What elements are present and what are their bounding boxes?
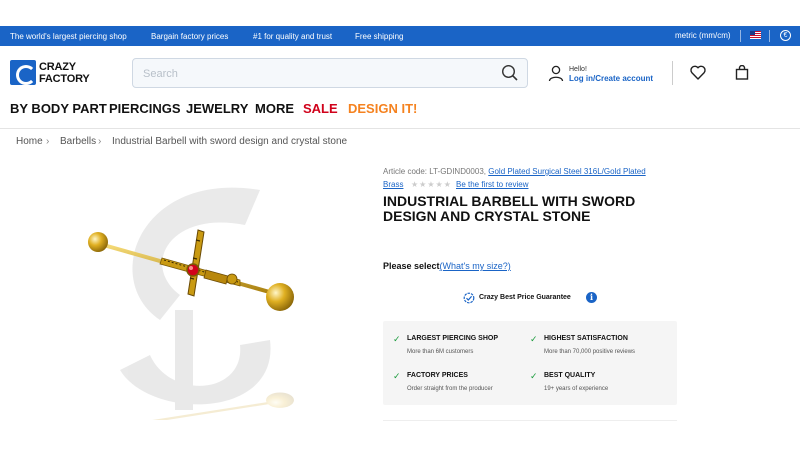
search-input[interactable] bbox=[143, 65, 483, 83]
benefit-subtitle: More than 6M customers bbox=[407, 349, 474, 355]
divider bbox=[740, 30, 741, 42]
wishlist-heart-icon[interactable] bbox=[690, 65, 706, 85]
article-info: Article code: LT-GDIND0003, Gold Plated … bbox=[383, 167, 646, 176]
currency-selector[interactable]: € bbox=[780, 30, 791, 41]
usp-largest-shop: The world's largest piercing shop bbox=[10, 32, 127, 41]
breadcrumb-barbells[interactable]: Barbells bbox=[60, 136, 96, 147]
benefit-subtitle: More than 70,000 positive reviews bbox=[544, 349, 636, 355]
chevron-right-icon: › bbox=[46, 136, 50, 147]
usp-quality-trust: #1 for quality and trust bbox=[253, 32, 333, 41]
divider bbox=[769, 30, 770, 42]
price-guarantee-icon bbox=[463, 292, 475, 306]
nav-divider bbox=[0, 128, 800, 129]
chevron-right-icon: › bbox=[98, 136, 102, 147]
material-link-brass[interactable]: Brass bbox=[383, 180, 403, 189]
nav-piercings[interactable]: PIERCINGS bbox=[109, 101, 181, 116]
checkmark-icon: ✓ bbox=[393, 371, 401, 381]
checkmark-icon: ✓ bbox=[530, 334, 538, 344]
nav-design-it[interactable]: DESIGN IT! bbox=[348, 101, 417, 116]
usp-free-shipping: Free shipping bbox=[355, 32, 404, 41]
nav-sale[interactable]: SALE bbox=[303, 101, 338, 116]
guarantee-label: Crazy Best Price Guarantee bbox=[479, 294, 571, 301]
checkmark-icon: ✓ bbox=[530, 371, 538, 381]
logo-mark-icon bbox=[10, 60, 36, 85]
info-icon[interactable]: i bbox=[586, 292, 597, 303]
nav-by-body-part[interactable]: BY BODY PART bbox=[10, 101, 107, 116]
product-title: INDUSTRIAL BARBELL WITH SWORD DESIGN AND… bbox=[383, 193, 636, 224]
rating-stars-icon: ★★★★★ bbox=[411, 180, 452, 189]
size-select: Please select(What's my size?) bbox=[383, 261, 511, 271]
usp-factory-prices: Bargain factory prices bbox=[151, 32, 229, 41]
search-bar bbox=[132, 58, 528, 88]
breadcrumb-home[interactable]: Home bbox=[16, 136, 43, 147]
benefit-title: FACTORY PRICES bbox=[407, 372, 468, 379]
account-greeting: Hello! bbox=[569, 66, 587, 73]
unit-selector[interactable]: metric (mm/cm) bbox=[675, 31, 731, 40]
select-label: Please select bbox=[383, 261, 440, 271]
logo-text-line1: CRAZY bbox=[39, 61, 76, 73]
benefit-subtitle: 19+ years of experience bbox=[544, 386, 609, 392]
section-divider bbox=[383, 420, 677, 421]
benefits-box: ✓ LARGEST PIERCING SHOP More than 6M cus… bbox=[383, 321, 677, 405]
product-image[interactable] bbox=[80, 170, 320, 436]
header-divider bbox=[672, 61, 673, 85]
benefit-title: LARGEST PIERCING SHOP bbox=[407, 335, 499, 342]
benefit-subtitle: Order straight from the producer bbox=[407, 386, 493, 392]
cart-bag-icon[interactable] bbox=[735, 64, 749, 85]
login-link[interactable]: Log in/Create account bbox=[569, 74, 653, 83]
nav-jewelry[interactable]: JEWELRY bbox=[186, 101, 248, 116]
size-guide-link[interactable]: (What's my size?) bbox=[440, 261, 511, 271]
article-code: Article code: LT-GDIND0003, bbox=[383, 167, 487, 176]
material-link[interactable]: Gold Plated Surgical Steel 316L/Gold Pla… bbox=[488, 167, 645, 176]
checkmark-icon: ✓ bbox=[393, 334, 401, 344]
review-link[interactable]: Be the first to review bbox=[456, 180, 528, 189]
benefit-title: BEST QUALITY bbox=[544, 372, 596, 379]
benefit-title: HIGHEST SATISFACTION bbox=[544, 335, 628, 342]
breadcrumb-current: Industrial Barbell with sword design and… bbox=[112, 136, 348, 147]
watermark-logo-icon bbox=[120, 187, 271, 410]
logo-text-line2: FACTORY bbox=[39, 73, 90, 85]
us-flag-icon[interactable] bbox=[750, 31, 761, 39]
nav-more[interactable]: MORE bbox=[255, 101, 294, 116]
user-icon bbox=[548, 65, 564, 87]
search-icon[interactable] bbox=[501, 64, 519, 87]
top-usp-bar: The world's largest piercing shop Bargai… bbox=[0, 26, 800, 46]
